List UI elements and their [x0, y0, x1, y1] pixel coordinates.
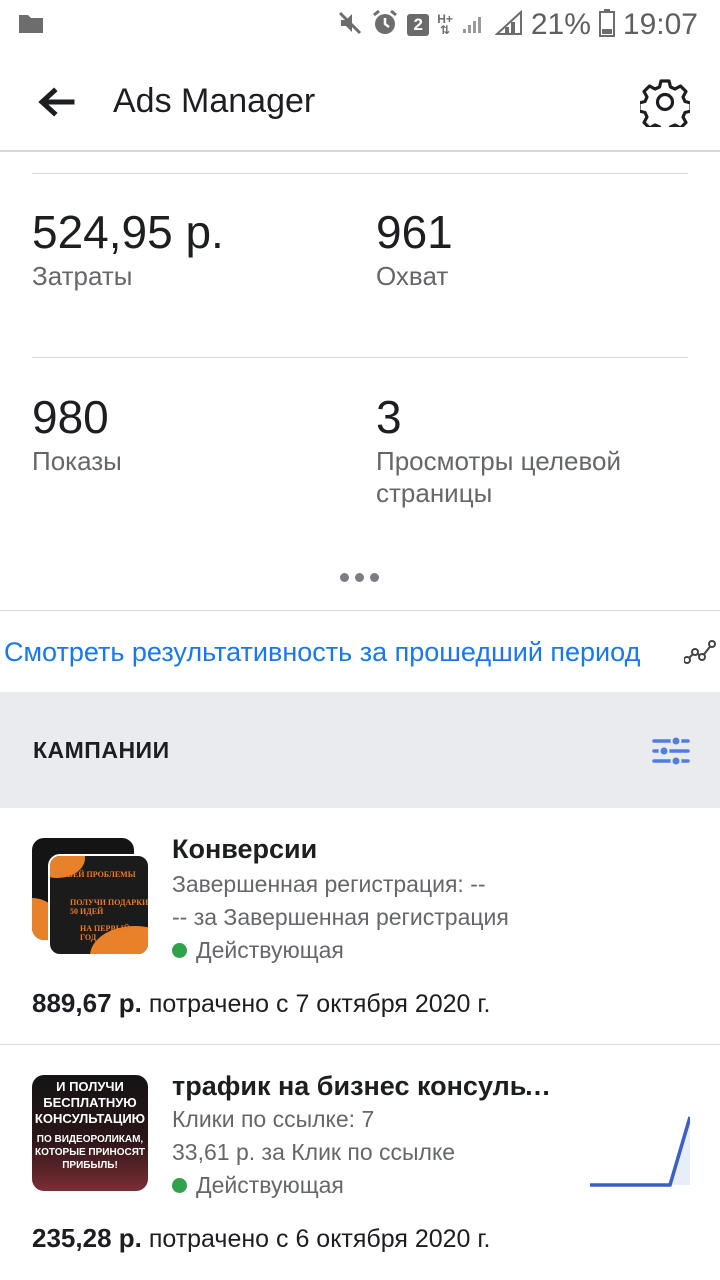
filter-button[interactable] [650, 735, 692, 767]
network-type: H+ ⇅ [437, 12, 453, 37]
sparkline-area [590, 1117, 690, 1185]
metric-value: 3 [376, 391, 402, 443]
thumbnail-text: ПО ВИДЕОРОЛИКАМ, КОТОРЫЕ ПРИНОСЯТ ПРИБЫЛ… [35, 1134, 145, 1171]
trend-line-icon[interactable] [683, 634, 718, 668]
metric-landing-page-views[interactable]: 3 Просмотры целевой страницы [376, 389, 676, 509]
campaign-row[interactable]: И ПОЛУЧИ БЕСПЛАТНУЮ КОНСУЛЬТАЦИЮ ПО ВИДЕ… [0, 1045, 720, 1280]
metric-value: 980 [32, 391, 109, 443]
metric-reach[interactable]: 961 Охват [376, 204, 676, 292]
battery-percent: 21% [530, 8, 591, 41]
thumbnail-text: ПОЛУЧИ ПОДАРКИ 50 ИДЕЙ [70, 898, 149, 916]
divider [0, 610, 720, 611]
spend-text: потрачено с 6 октября 2020 г. [148, 1225, 491, 1253]
metric-label: Просмотры целевой страницы [376, 446, 621, 508]
folder-icon [18, 12, 44, 39]
campaign-sparkline [590, 1116, 690, 1187]
spend-amount: 235,28 р. [32, 1223, 142, 1253]
gear-icon [637, 79, 693, 135]
sim-badge: 2 [407, 14, 430, 36]
back-button[interactable] [34, 80, 78, 124]
alarm-icon [371, 9, 399, 42]
page-title: Ads Manager [113, 82, 316, 120]
active-status-dot [172, 1178, 187, 1193]
signal-icon-2 [494, 9, 523, 41]
dot [340, 572, 349, 582]
back-arrow-icon [38, 87, 75, 117]
metric-label: Охват [376, 261, 449, 291]
status-label: Действующая [196, 1172, 344, 1198]
thumbnail-text: РАЗБЕЙ ПРОБЛЕМЫ [54, 870, 136, 879]
spend-amount: 889,67 р. [32, 988, 142, 1018]
status-bar: 2 H+ ⇅ 21% 19:07 [0, 0, 720, 50]
campaign-spend: 235,28 р. потрачено с 6 октября 2020 г. [32, 1223, 490, 1254]
app-bar: Ads Manager [0, 50, 720, 152]
metric-value: 524,95 р. [32, 206, 224, 258]
divider [32, 357, 688, 358]
campaign-thumbnail: И ПОЛУЧИ БЕСПЛАТНУЮ КОНСУЛЬТАЦИЮ ПО ВИДЕ… [32, 1075, 148, 1191]
campaign-name: трафик на бизнес консультацию [172, 1071, 562, 1101]
metric-label: Показы [32, 446, 122, 476]
campaign-status: Действующая [172, 937, 344, 964]
status-label: Действующая [196, 937, 344, 963]
battery-icon [598, 8, 615, 42]
campaigns-section-header: КАМПАНИИ [0, 692, 720, 808]
campaign-status: Действующая [172, 1172, 344, 1199]
view-past-performance-link[interactable]: Смотреть результативность за прошедший п… [4, 634, 684, 670]
campaign-name: Конверсии [172, 834, 318, 864]
campaign-result: Клики по ссылке: 7 [172, 1106, 375, 1132]
campaign-thumbnail: РАЗБЕЙ ПРОБЛЕМЫ ПОЛУЧИ ПОДАРКИ 50 ИДЕЙ Н… [32, 838, 152, 958]
metric-spend[interactable]: 524,95 р. Затраты [32, 204, 332, 292]
spend-text: потрачено с 7 октября 2020 г. [148, 990, 491, 1018]
clock: 19:07 [622, 8, 698, 41]
settings-button[interactable] [637, 77, 693, 135]
sliders-icon [652, 735, 690, 767]
dot [370, 572, 379, 582]
metric-label: Затраты [32, 261, 133, 291]
thumbnail-text: И ПОЛУЧИ БЕСПЛАТНУЮ КОНСУЛЬТАЦИЮ [34, 1079, 146, 1126]
mute-icon [337, 10, 363, 41]
divider [32, 173, 688, 174]
campaign-spend: 889,67 р. потрачено с 7 октября 2020 г. [32, 988, 490, 1019]
campaign-result: Завершенная регистрация: -- [172, 871, 486, 897]
metric-value: 961 [376, 206, 453, 258]
signal-icon [461, 11, 487, 40]
metric-impressions[interactable]: 980 Показы [32, 389, 332, 477]
section-title: КАМПАНИИ [33, 737, 170, 763]
thumbnail-text: НА ПЕРВЫЙ ГОД [80, 924, 130, 942]
more-metrics-button[interactable] [340, 568, 382, 586]
campaign-row[interactable]: РАЗБЕЙ ПРОБЛЕМЫ ПОЛУЧИ ПОДАРКИ 50 ИДЕЙ Н… [0, 808, 720, 1044]
thumbnail-front: РАЗБЕЙ ПРОБЛЕМЫ ПОЛУЧИ ПОДАРКИ 50 ИДЕЙ Н… [48, 854, 150, 956]
campaign-cost: -- за Завершенная регистрация [172, 904, 509, 930]
active-status-dot [172, 943, 187, 958]
dot [355, 572, 364, 582]
campaign-cost: 33,61 р. за Клик по ссылке [172, 1139, 456, 1165]
